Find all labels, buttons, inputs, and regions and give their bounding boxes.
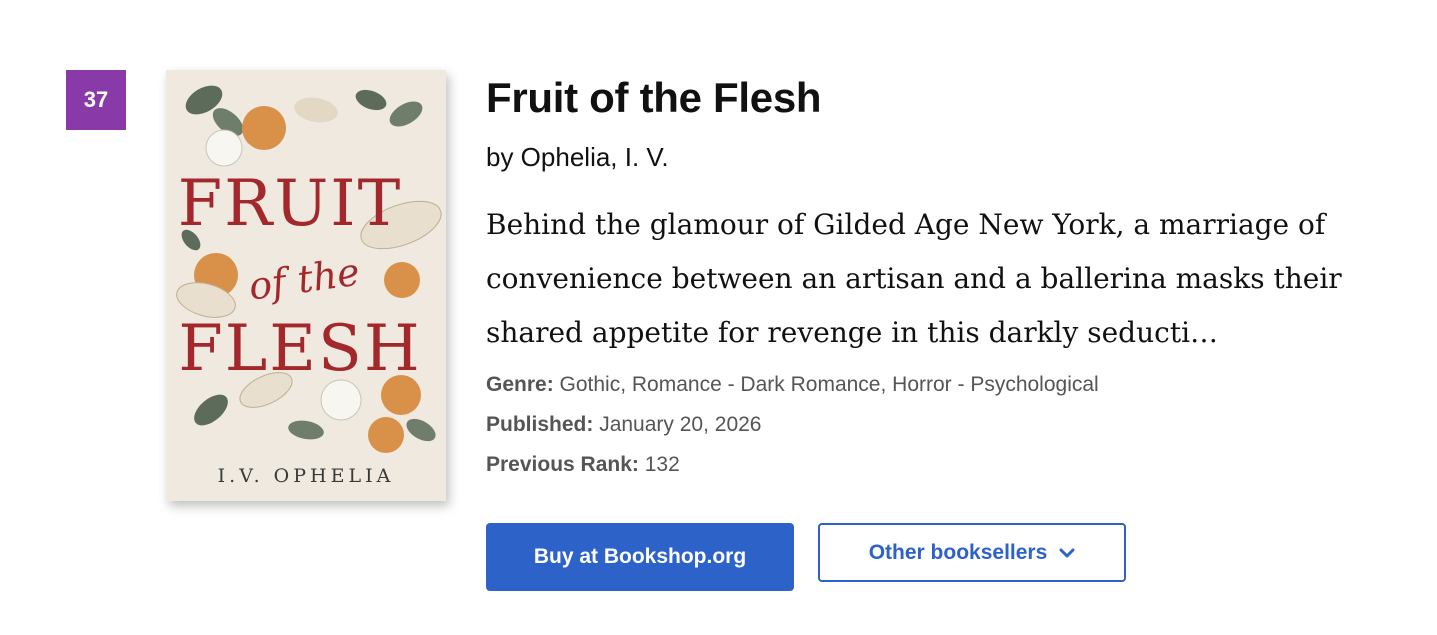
- meta-published-label: Published:: [486, 413, 594, 436]
- buy-at-bookshop-button[interactable]: Buy at Bookshop.org: [486, 523, 794, 591]
- other-booksellers-button[interactable]: Other booksellers: [818, 523, 1126, 582]
- cover-title-line3: FLESH: [178, 312, 421, 386]
- book-description: Behind the glamour of Gilded Age New Yor…: [486, 208, 1342, 349]
- book-title[interactable]: Fruit of the Flesh: [486, 74, 822, 122]
- meta-genre-label: Genre:: [486, 373, 554, 396]
- meta-genre-value: Gothic, Romance - Dark Romance, Horror -…: [559, 373, 1099, 396]
- rank-badge: 37: [66, 70, 126, 130]
- meta-published-value: January 20, 2026: [599, 413, 762, 436]
- meta-genre: Genre: Gothic, Romance - Dark Romance, H…: [486, 373, 1099, 397]
- meta-published: Published: January 20, 2026: [486, 413, 761, 437]
- book-cover[interactable]: FRUIT of the FLESH I.V. OPHELIA: [166, 70, 446, 501]
- meta-previous-rank: Previous Rank: 132: [486, 453, 680, 477]
- cover-title-line1: FRUIT: [178, 167, 403, 241]
- chevron-down-icon: [1059, 547, 1075, 559]
- cover-author: I.V. OPHELIA: [218, 465, 395, 487]
- meta-previous-rank-label: Previous Rank:: [486, 453, 639, 476]
- other-booksellers-label: Other booksellers: [868, 540, 1048, 564]
- meta-previous-rank-value: 132: [644, 453, 680, 476]
- book-author[interactable]: by Ophelia, I. V.: [486, 142, 669, 173]
